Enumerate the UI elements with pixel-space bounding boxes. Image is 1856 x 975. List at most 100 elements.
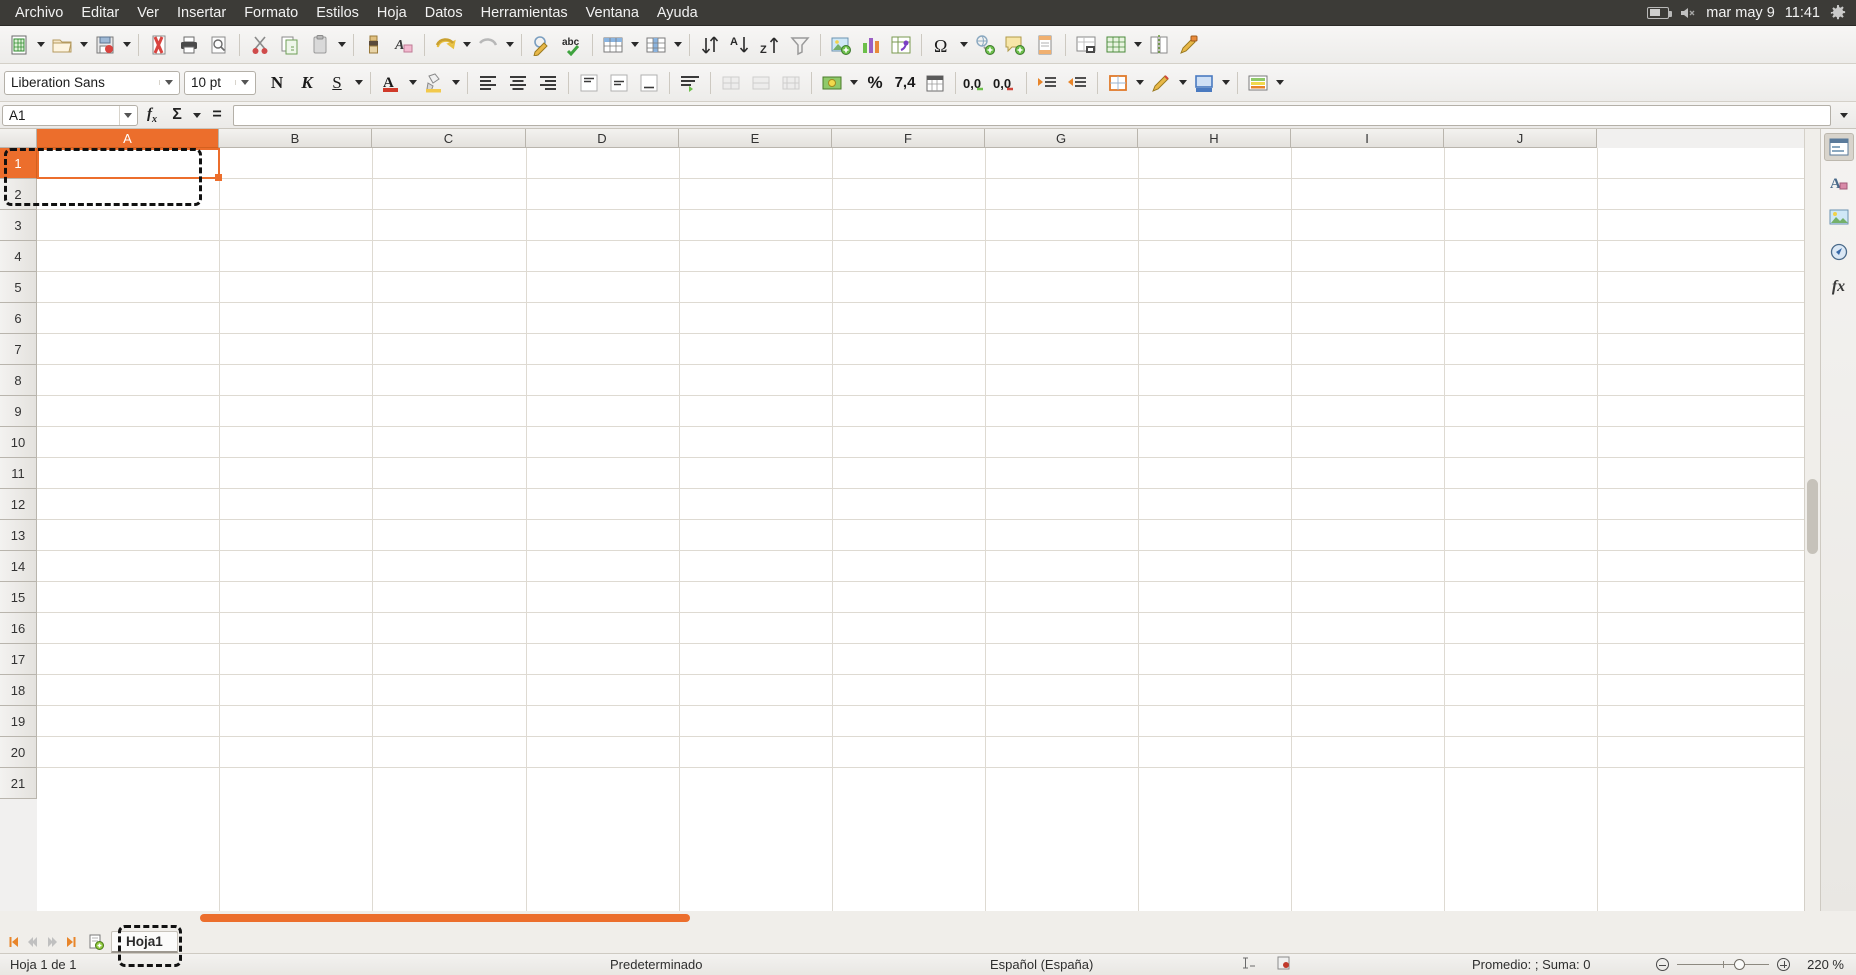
folder-open-icon[interactable] (47, 30, 77, 60)
menu-item-estilos[interactable]: Estilos (307, 3, 368, 23)
draw-functions-icon[interactable] (1174, 30, 1204, 60)
pdf-icon[interactable] (144, 30, 174, 60)
pivot-table-icon[interactable] (886, 30, 916, 60)
print-area-dropdown[interactable] (1131, 30, 1144, 60)
align-bottom-icon[interactable] (634, 68, 664, 98)
row-dropdown[interactable] (628, 30, 641, 60)
column-header-c[interactable]: C (372, 129, 526, 148)
abc-check-icon[interactable]: abc (557, 30, 587, 60)
conditional-format-dropdown[interactable] (1273, 68, 1286, 98)
menu-item-editar[interactable]: Editar (72, 3, 128, 23)
row-header-6[interactable]: 6 (0, 303, 37, 334)
row-header-14[interactable]: 14 (0, 551, 37, 582)
menu-item-archivo[interactable]: Archivo (6, 3, 72, 23)
row-header-19[interactable]: 19 (0, 706, 37, 737)
align-center-vertical-icon[interactable] (604, 68, 634, 98)
row-header-1[interactable]: 1 (0, 148, 37, 179)
status-language[interactable]: Español (España) (980, 957, 1230, 972)
row-header-18[interactable]: 18 (0, 675, 37, 706)
column-header-i[interactable]: I (1291, 129, 1444, 148)
status-page-style[interactable]: Predeterminado (600, 957, 980, 972)
bold-button[interactable]: N (262, 68, 292, 98)
sheet-tab-hoja1[interactable]: Hoja1 (111, 931, 178, 953)
image-icon[interactable] (826, 30, 856, 60)
special-character-dropdown[interactable] (957, 30, 970, 60)
menu-item-hoja[interactable]: Hoja (368, 3, 416, 23)
new-spreadsheet-icon[interactable] (4, 30, 34, 60)
row-header-16[interactable]: 16 (0, 613, 37, 644)
zoom-out-icon[interactable] (1656, 958, 1669, 971)
background-color-dropdown[interactable] (1219, 68, 1232, 98)
row-header-9[interactable]: 9 (0, 396, 37, 427)
funnel-icon[interactable] (785, 30, 815, 60)
go-previous-icon[interactable] (23, 931, 42, 953)
character-styles-icon[interactable]: A (1824, 168, 1854, 196)
font-color-dropdown[interactable] (406, 68, 419, 98)
background-color-icon[interactable] (1189, 68, 1219, 98)
add-decimal-icon[interactable]: 0,0 (961, 68, 991, 98)
number-format-icon[interactable]: 7,4 (890, 68, 920, 98)
menu-item-herramientas[interactable]: Herramientas (472, 3, 577, 23)
unmerge-cells-icon[interactable] (776, 68, 806, 98)
go-next-icon[interactable] (42, 931, 61, 953)
delete-decimal-icon[interactable]: 0,0 (991, 68, 1021, 98)
row-header-8[interactable]: 8 (0, 365, 37, 396)
comment-icon[interactable] (1000, 30, 1030, 60)
sort-za-icon[interactable]: Z (755, 30, 785, 60)
horizontal-scrollbar-thumb[interactable] (200, 914, 690, 922)
money-icon[interactable] (817, 68, 847, 98)
sum-dropdown-icon[interactable] (191, 104, 203, 126)
borders-icon[interactable] (1103, 68, 1133, 98)
merge-cells-icon[interactable] (716, 68, 746, 98)
navigator-compass-icon[interactable] (1824, 238, 1854, 266)
column-header-f[interactable]: F (832, 129, 985, 148)
highlight-color-icon[interactable] (419, 68, 449, 98)
row-header-7[interactable]: 7 (0, 334, 37, 365)
battery-icon[interactable] (1647, 6, 1673, 19)
redo-arrow-icon[interactable] (473, 30, 503, 60)
insert-mode-icon[interactable] (1230, 956, 1266, 973)
border-style-dropdown[interactable] (1176, 68, 1189, 98)
row-header-3[interactable]: 3 (0, 210, 37, 241)
print-area-icon[interactable] (1101, 30, 1131, 60)
sort-updown-icon[interactable] (695, 30, 725, 60)
row-header-13[interactable]: 13 (0, 520, 37, 551)
menu-item-ver[interactable]: Ver (128, 3, 168, 23)
column-header-b[interactable]: B (219, 129, 372, 148)
conditional-format-icon[interactable] (1243, 68, 1273, 98)
printer-icon[interactable] (174, 30, 204, 60)
gear-icon[interactable] (1830, 4, 1846, 21)
row-header-11[interactable]: 11 (0, 458, 37, 489)
row-header-4[interactable]: 4 (0, 241, 37, 272)
menu-item-ayuda[interactable]: Ayuda (648, 3, 707, 23)
header-footer-icon[interactable] (1030, 30, 1060, 60)
font-name-combobox[interactable]: Liberation Sans (4, 70, 180, 95)
sigma-icon[interactable]: Σ (166, 104, 188, 126)
save-document-dropdown[interactable] (120, 30, 133, 60)
column-header-e[interactable]: E (679, 129, 832, 148)
copy-icon[interactable] (275, 30, 305, 60)
row-header-21[interactable]: 21 (0, 768, 37, 799)
menu-item-ventana[interactable]: Ventana (577, 3, 648, 23)
increase-indent-icon[interactable] (1032, 68, 1062, 98)
document-modified-icon[interactable] (1266, 956, 1302, 973)
chart-bar-icon[interactable] (856, 30, 886, 60)
align-top-icon[interactable] (574, 68, 604, 98)
split-window-icon[interactable] (1144, 30, 1174, 60)
redo-dropdown[interactable] (503, 30, 516, 60)
row-header-12[interactable]: 12 (0, 489, 37, 520)
column-header-g[interactable]: G (985, 129, 1138, 148)
column-header-j[interactable]: J (1444, 129, 1597, 148)
horizontal-scroll-area[interactable] (0, 911, 1856, 925)
row-table-icon[interactable] (598, 30, 628, 60)
zoom-in-icon[interactable] (1777, 958, 1790, 971)
equals-icon[interactable]: = (206, 104, 228, 126)
vertical-scrollbar-thumb[interactable] (1807, 479, 1818, 554)
underline-button[interactable]: S (322, 68, 352, 98)
column-dropdown[interactable] (671, 30, 684, 60)
open-document-dropdown[interactable] (77, 30, 90, 60)
go-last-icon[interactable] (61, 931, 80, 953)
scissors-icon[interactable] (245, 30, 275, 60)
new-spreadsheet-dropdown[interactable] (34, 30, 47, 60)
merge-center-icon[interactable] (746, 68, 776, 98)
